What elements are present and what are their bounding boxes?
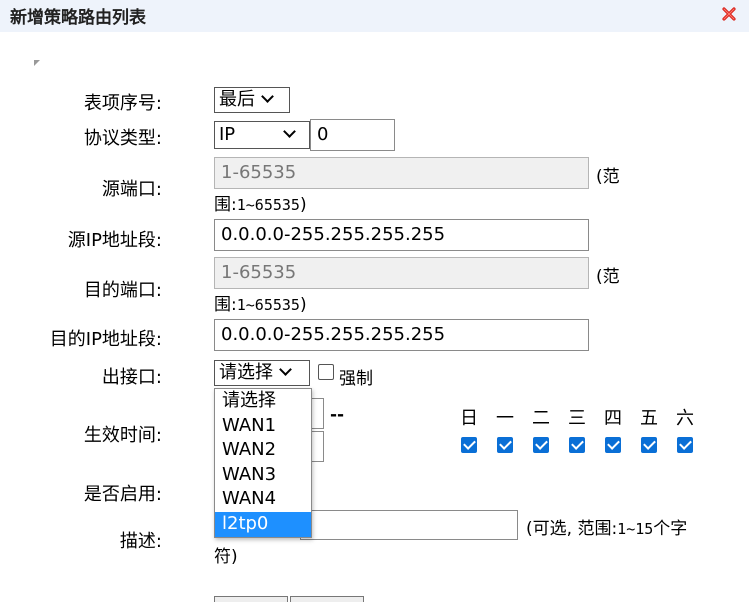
src-port-note-line2: 围:1~65535) [214, 195, 307, 215]
iface-option-highlighted[interactable]: l2tp0 [215, 511, 311, 537]
dst-port-input[interactable]: 1-65535 [214, 257, 589, 289]
iface-label: 出接口: [101, 367, 162, 388]
src-ip-input[interactable]: 0.0.0.0-255.255.255.255 [214, 219, 589, 251]
day-label-sat: 六 [676, 408, 694, 429]
dst-ip-input[interactable]: 0.0.0.0-255.255.255.255 [214, 319, 589, 351]
protocol-select[interactable]: IP [214, 121, 310, 149]
day-checkbox-fri[interactable] [641, 437, 657, 453]
desc-note-line2: 符) [214, 547, 238, 567]
save-button-partial[interactable] [214, 596, 288, 602]
iface-option[interactable]: WAN4 [215, 487, 311, 512]
desc-label: 描述: [119, 531, 162, 552]
day-checkbox-wed[interactable] [569, 437, 585, 453]
day-checkbox-thu[interactable] [605, 437, 621, 453]
src-port-input[interactable]: 1-65535 [214, 157, 589, 189]
dst-ip-label: 目的IP地址段: [49, 329, 162, 350]
time-label: 生效时间: [83, 425, 162, 446]
dst-port-label: 目的端口: [83, 280, 162, 301]
iface-dropdown: 请选择 WAN1 WAN2 WAN3 WAN4 l2tp0 [214, 388, 312, 538]
iface-option[interactable]: WAN1 [215, 414, 311, 439]
src-ip-label: 源IP地址段: [67, 230, 162, 251]
day-label-sun: 日 [460, 408, 478, 429]
day-checkbox-mon[interactable] [497, 437, 513, 453]
day-label-mon: 一 [496, 408, 514, 429]
iface-select-value: 请选择 [219, 362, 273, 383]
iface-option[interactable]: 请选择 [215, 389, 311, 414]
protocol-label: 协议类型: [83, 128, 162, 149]
protocol-select-value: IP [219, 124, 236, 145]
day-label-thu: 四 [604, 408, 622, 429]
dst-port-note: (范 [596, 267, 620, 287]
enable-label: 是否启用: [83, 484, 162, 505]
day-checkbox-sat[interactable] [677, 437, 693, 453]
index-select-value: 最后 [219, 89, 255, 110]
desc-input[interactable] [300, 510, 518, 540]
iface-select[interactable]: 请选择 [214, 360, 310, 386]
dialog-title: 新增策略路由列表 [10, 8, 146, 28]
iface-option[interactable]: WAN3 [215, 463, 311, 488]
protocol-number-input[interactable]: 0 [310, 119, 395, 151]
src-port-label: 源端口: [101, 179, 162, 200]
dialog-titlebar: 新增策略路由列表 [0, 0, 749, 32]
close-icon[interactable] [721, 6, 737, 22]
force-label: 强制 [339, 369, 373, 389]
src-port-note: (范 [596, 167, 620, 187]
day-checkbox-tue[interactable] [533, 437, 549, 453]
desc-note: (可选, 范围:1~15个字 [526, 519, 688, 539]
day-label-fri: 五 [640, 408, 658, 429]
iface-option[interactable]: WAN2 [215, 438, 311, 463]
day-label-wed: 三 [568, 408, 586, 429]
day-label-tue: 二 [532, 408, 550, 429]
chevron-down-icon [261, 90, 274, 103]
chevron-down-icon [283, 125, 297, 138]
force-checkbox[interactable] [318, 364, 334, 380]
time-separator: -- [330, 405, 345, 425]
collapse-corner-icon [34, 60, 40, 66]
index-label: 表项序号: [83, 93, 162, 114]
cancel-button-partial[interactable] [290, 596, 364, 602]
index-select[interactable]: 最后 [214, 87, 290, 113]
dst-port-note-line2: 围:1~65535) [214, 295, 307, 315]
day-checkbox-sun[interactable] [461, 437, 477, 453]
chevron-down-icon [279, 363, 292, 376]
